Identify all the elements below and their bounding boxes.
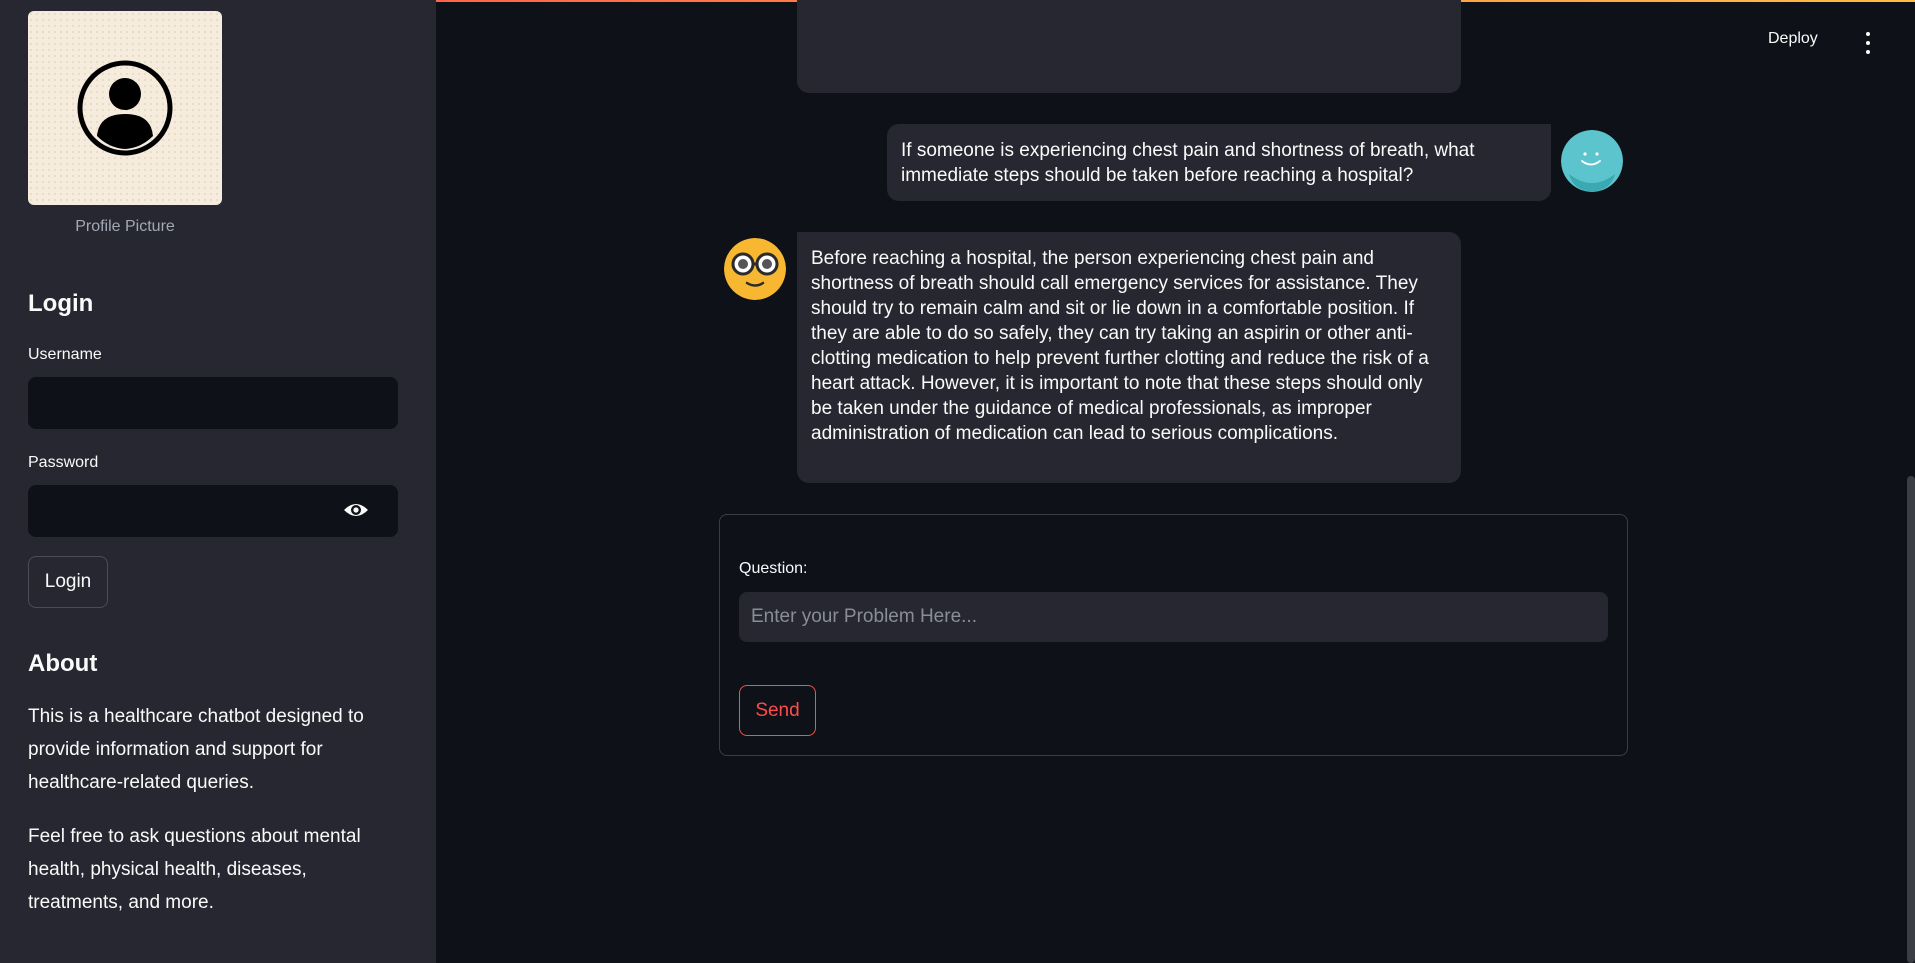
user-message-text: If someone is experiencing chest pain an…: [901, 140, 1475, 186]
password-label: Password: [28, 454, 99, 471]
kebab-menu-icon[interactable]: [1860, 32, 1876, 54]
main-scrollbar[interactable]: [1907, 476, 1915, 963]
username-label: Username: [28, 346, 102, 363]
bot-avatar-icon: [724, 238, 786, 300]
user-avatar-icon: [77, 60, 173, 156]
assistant-message-bubble: Before reaching a hospital, the person e…: [797, 232, 1461, 483]
question-input[interactable]: [739, 592, 1608, 642]
menu-dot: [1866, 32, 1870, 36]
about-heading: About: [28, 650, 98, 677]
question-label: Question:: [739, 560, 808, 577]
user-avatar-icon: [1561, 130, 1623, 192]
profile-caption: Profile Picture: [75, 218, 175, 235]
user-message-bubble: If someone is experiencing chest pain an…: [887, 124, 1551, 201]
username-input[interactable]: [28, 377, 398, 429]
assistant-message-text: Before reaching a hospital, the person e…: [811, 248, 1429, 444]
about-paragraph-2: Feel free to ask questions about mental …: [28, 826, 361, 913]
deploy-button[interactable]: Deploy: [1768, 30, 1818, 48]
menu-dot: [1866, 41, 1870, 45]
sidebar: Profile Picture Login Username Password …: [0, 0, 436, 963]
login-button[interactable]: Login: [28, 556, 108, 608]
login-heading: Login: [28, 290, 94, 317]
profile-picture: [28, 11, 222, 205]
eye-icon[interactable]: [342, 498, 370, 522]
send-button[interactable]: Send: [739, 685, 816, 736]
previous-message-bubble: [797, 0, 1461, 93]
about-paragraph-1: This is a healthcare chatbot designed to…: [28, 706, 364, 793]
menu-dot: [1866, 50, 1870, 54]
